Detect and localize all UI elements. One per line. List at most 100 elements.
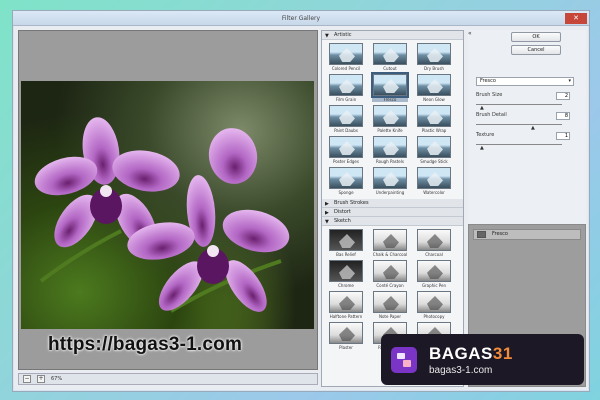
filter-thumb-item[interactable]: Dry Brush [416,43,452,71]
filter-thumb-item[interactable]: Rough Pastels [372,136,408,164]
eye-icon[interactable] [477,231,486,238]
close-icon[interactable]: ✕ [565,13,587,24]
filter-thumb-item[interactable]: Paint Daubs [328,105,364,133]
folder-artistic[interactable]: ▼ Artistic [322,31,463,40]
filter-thumb-item[interactable]: Conté Crayon [372,260,408,288]
brand-logo-icon [391,346,417,373]
filter-thumbnail[interactable] [373,167,407,189]
folder-label: Sketch [334,218,351,224]
brand-url: bagas3-1.com [429,364,493,376]
filter-thumb-item[interactable]: Neon Glow [416,74,452,102]
filter-thumb-item[interactable]: Chalk & Charcoal [372,229,408,257]
filter-thumbnail[interactable] [417,167,451,189]
filter-thumbnail[interactable] [373,229,407,251]
slider-handle[interactable]: ▲ [480,105,484,111]
filter-thumb-item[interactable]: Film Grain [328,74,364,102]
filter-thumb-item[interactable]: Charcoal [416,229,452,257]
preview-pane [18,30,318,370]
filter-label: Film Grain [335,97,357,102]
slider-handle[interactable]: ▲ [480,145,484,151]
filter-thumb-item[interactable]: Photocopy [416,291,452,319]
filter-thumbnail[interactable] [417,74,451,96]
slider-row: Texture 1 ▲ [476,132,576,152]
filter-label: Colored Pencil [331,66,361,71]
slider-track[interactable] [476,104,562,105]
filter-label: Underpainting [375,190,405,195]
filter-label: Conté Crayon [376,283,404,288]
ok-button[interactable]: OK [511,32,561,42]
filter-thumb-item[interactable]: Graphic Pen [416,260,452,288]
filter-label: Neon Glow [423,97,445,102]
filter-thumbnail[interactable] [373,260,407,282]
zoom-in-button[interactable]: + [37,375,45,383]
filter-thumb-item[interactable]: Note Paper [372,291,408,319]
slider-value-input[interactable]: 2 [556,92,570,100]
filter-thumbnail[interactable] [417,291,451,313]
filter-thumb-item[interactable]: Poster Edges [328,136,364,164]
filter-thumbnail[interactable] [417,136,451,158]
filter-thumbnail[interactable] [371,72,409,98]
brand-text: BAGAS31 bagas3-1.com [429,344,513,376]
filter-thumbnail[interactable] [329,105,363,127]
filter-thumbnail[interactable] [329,167,363,189]
filter-label: Plaster [339,345,353,350]
filter-label: Watercolor [423,190,445,195]
filter-thumb-item[interactable]: Chrome [328,260,364,288]
filter-thumbnail[interactable] [417,260,451,282]
slider-handle[interactable]: ▲ [531,125,535,131]
filter-label: Dry Brush [424,66,444,71]
folder-brush-strokes[interactable]: ▶ Brush Strokes [322,199,463,208]
window-title: Filter Gallery [281,15,321,22]
brand-name-main: BAGAS [429,343,493,363]
filter-thumbnail[interactable] [329,322,363,344]
filter-thumb-item[interactable]: Colored Pencil [328,43,364,71]
collapse-gallery-icon[interactable]: « [468,30,476,38]
filter-thumbnail[interactable] [417,43,451,65]
filter-thumb-item[interactable]: Smudge Stick [416,136,452,164]
filter-thumbnail[interactable] [329,43,363,65]
filter-select[interactable]: Fresco ▾ [476,77,574,86]
filter-label: Poster Edges [333,159,359,164]
filter-thumbnail[interactable] [373,136,407,158]
zoom-out-button[interactable]: − [23,375,31,383]
filter-thumb-item[interactable]: Plaster [328,322,364,350]
filter-label: Rough Pastels [376,159,404,164]
filter-thumbnail[interactable] [373,43,407,65]
filter-thumbnail[interactable] [417,229,451,251]
filter-thumbnail[interactable] [373,105,407,127]
filter-label: Graphic Pen [421,283,447,288]
brand-badge: BAGAS31 bagas3-1.com [381,334,584,385]
slider-track[interactable] [476,124,562,125]
filter-thumbnail[interactable] [329,229,363,251]
filter-thumb-item[interactable]: Halftone Pattern [328,291,364,319]
cancel-button[interactable]: Cancel [511,45,561,55]
filter-thumbnail[interactable] [329,136,363,158]
filter-thumbnail[interactable] [329,291,363,313]
slider-value-input[interactable]: 8 [556,112,570,120]
filter-thumbnail[interactable] [329,260,363,282]
filter-thumb-item[interactable]: Palette Knife [372,105,408,133]
filter-thumb-item[interactable]: Sponge [328,167,364,195]
filter-thumbnail[interactable] [329,74,363,96]
layer-name: Fresco [492,231,508,237]
filter-thumb-item[interactable]: Cutout [372,43,408,71]
folder-sketch[interactable]: ▼ Sketch [322,217,463,226]
filter-thumb-item[interactable]: Bas Relief [328,229,364,257]
filter-thumb-item[interactable]: Fresco [371,72,409,102]
folder-label: Distort [334,209,351,215]
filter-thumb-item[interactable]: Underpainting [372,167,408,195]
slider-value-input[interactable]: 1 [556,132,570,140]
filter-thumb-item[interactable]: Watercolor [416,167,452,195]
chevron-down-icon: ▾ [568,78,571,84]
filter-label: Plastic Wrap [421,128,447,133]
filter-select-value: Fresco [480,78,496,84]
slider-track[interactable] [476,144,562,145]
filter-thumbnail[interactable] [417,105,451,127]
folder-distort[interactable]: ▶ Distort [322,208,463,217]
effect-layer-item[interactable]: Fresco [473,229,581,240]
filter-thumb-item[interactable]: Plastic Wrap [416,105,452,133]
preview-image [21,81,314,329]
zoom-level[interactable]: 67% [51,376,62,382]
filter-thumbnail[interactable] [373,291,407,313]
preview-footer: − + 67% [18,373,318,385]
